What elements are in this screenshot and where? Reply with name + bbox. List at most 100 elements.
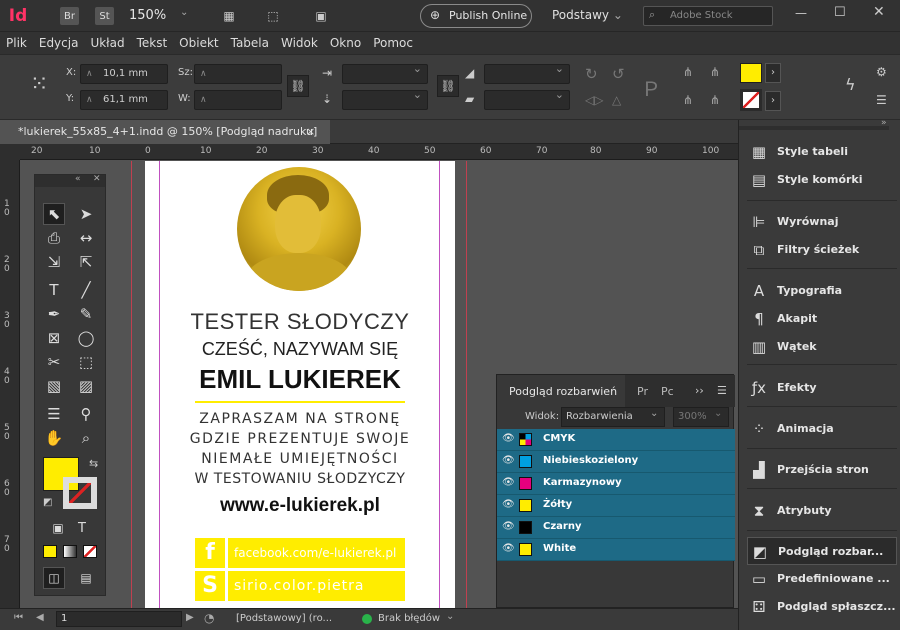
document-tab[interactable]: *lukierek_55x85_4+1.indd @ 150% [Podgląd… (0, 120, 330, 144)
view-mode-dropdown[interactable]: Rozbarwienia ⌄ (561, 407, 665, 427)
ruler-origin[interactable] (0, 144, 20, 160)
facebook-bar[interactable]: facebook.com/e-lukierek.pl (228, 538, 405, 568)
dock-item-attributes[interactable]: ⧗ Atrybuty (747, 497, 897, 525)
normal-view-icon[interactable]: ◫ (43, 567, 65, 589)
apply-none-button[interactable] (83, 545, 97, 558)
separation-row[interactable]: 👁 Karmazynowy (497, 473, 735, 495)
default-colors-icon[interactable]: ◩ (43, 497, 52, 508)
eye-icon[interactable]: 👁 (502, 433, 515, 444)
menu-window[interactable]: Okno (324, 32, 367, 54)
content-collector-icon[interactable]: ⇲ (43, 251, 65, 273)
reference-point-icon[interactable]: ⁙ (30, 71, 58, 99)
shear-dropdown[interactable] (484, 88, 570, 110)
tab-pages[interactable]: Pc (661, 385, 674, 398)
menu-table[interactable]: Tabela (225, 32, 275, 54)
gradient-swatch-tool-icon[interactable]: ▧ (43, 375, 65, 397)
pencil-tool-icon[interactable]: ✎ (75, 303, 97, 325)
dock-item-character[interactable]: A Typografia (747, 277, 897, 305)
dock-item-story[interactable]: ▥ Wątek (747, 333, 897, 361)
next-page-icon[interactable]: ▶ (186, 612, 194, 623)
preflight-status[interactable]: Brak błędów (378, 613, 440, 624)
fill-swatch[interactable] (740, 63, 762, 83)
formatting-text-icon[interactable]: T (71, 517, 93, 539)
select-container-icon[interactable]: ⋔ (683, 65, 693, 79)
bridge-button[interactable]: Br (60, 7, 79, 25)
stroke-swatch[interactable] (740, 89, 762, 111)
zoom-dropdown-icon[interactable]: ⌄ (180, 7, 188, 18)
document-page[interactable]: TESTER SŁODYCZY CZEŚĆ, NAZYWAM SIĘ EMIL … (145, 161, 455, 608)
separation-row[interactable]: 👁 Czarny (497, 517, 735, 539)
select-previous-icon[interactable]: ⋔ (683, 93, 693, 107)
stroke-swatch-menu-button[interactable]: › (765, 91, 781, 111)
skype-bar[interactable]: sirio.color.pietra (228, 571, 405, 601)
swap-colors-icon[interactable]: ⇆ (89, 457, 98, 470)
flip-vertical-icon[interactable]: △ (612, 93, 621, 107)
zoom-level[interactable]: 150% (129, 8, 166, 23)
note-tool-icon[interactable]: ☰ (43, 403, 65, 425)
y-field[interactable]: 61,1 mm (80, 90, 168, 110)
content-placer-icon[interactable]: ⇱ (75, 251, 97, 273)
dock-item-paragraph[interactable]: ¶ Akapit (747, 305, 897, 333)
collapse-icon[interactable]: « (75, 174, 81, 184)
menu-help[interactable]: Pomoc (367, 32, 419, 54)
minimize-button[interactable]: — (795, 6, 807, 20)
height-field[interactable] (194, 90, 282, 110)
eye-icon[interactable]: 👁 (502, 543, 515, 554)
arrange-documents-icon[interactable]: ▣ (310, 8, 332, 24)
width-field[interactable] (194, 64, 282, 84)
master-page-label[interactable]: [Podstawowy] (ro... (236, 613, 332, 624)
panel-menu-icon[interactable]: ☰ (876, 93, 887, 107)
workspace-switcher[interactable]: Podstawy ⌄ (552, 8, 623, 22)
eye-icon[interactable]: 👁 (502, 521, 515, 532)
eye-icon[interactable]: 👁 (502, 455, 515, 466)
fill-swatch-menu-button[interactable]: › (765, 63, 781, 83)
hand-tool-icon[interactable]: ✋ (43, 427, 65, 449)
dock-item-presets[interactable]: ▭ Predefiniowane ... (747, 565, 897, 593)
dock-item-align[interactable]: ⊫ Wyrównaj (747, 208, 897, 236)
skype-badge[interactable]: S (195, 571, 225, 601)
separation-row[interactable]: 👁 White (497, 539, 735, 561)
dock-item-separations-preview[interactable]: ◩ Podgląd rozbar... (747, 537, 897, 565)
select-next-icon[interactable]: ⋔ (710, 93, 720, 107)
opacity-dropdown[interactable]: 300% ⌄ (673, 407, 729, 427)
dock-item-cell-styles[interactable]: ▤ Style komórki (747, 166, 897, 194)
previous-page-icon[interactable]: ◀ (36, 612, 44, 623)
flip-horizontal-icon[interactable]: ◁▷ (585, 93, 603, 107)
rotate-ccw-icon[interactable]: ↺ (612, 65, 625, 83)
scissors-tool-icon[interactable]: ✂ (43, 351, 65, 373)
page-number-field[interactable]: 1 (56, 611, 182, 627)
direct-selection-tool-icon[interactable]: ➤ (75, 203, 97, 225)
quick-apply-icon[interactable]: ϟ (845, 75, 856, 94)
scale-x-dropdown[interactable] (342, 62, 428, 84)
zoom-tool-icon[interactable]: ⌕ (75, 427, 97, 449)
dock-item-table-styles[interactable]: ▦ Style tabeli (747, 138, 897, 166)
constrain-proportions-icon[interactable]: ⛓ (287, 75, 309, 97)
horizontal-ruler[interactable]: 20 10 0 10 20 30 40 50 60 70 80 90 100 (20, 144, 738, 160)
menu-layout[interactable]: Układ (84, 32, 130, 54)
separation-row[interactable]: 👁 Żółty (497, 495, 735, 517)
preflight-menu-icon[interactable]: ⌄ (446, 611, 454, 622)
gradient-feather-tool-icon[interactable]: ▨ (75, 375, 97, 397)
portrait-photo[interactable] (237, 167, 361, 291)
preview-mode-icon[interactable]: ▤ (75, 567, 97, 589)
page-tool-icon[interactable]: ⎙ (43, 227, 65, 249)
free-transform-tool-icon[interactable]: ⬚ (75, 351, 97, 373)
more-tabs-icon[interactable]: ›› (695, 384, 704, 397)
menu-file[interactable]: Plik (0, 32, 33, 54)
scale-y-dropdown[interactable] (342, 88, 428, 110)
screen-mode-icon[interactable]: ⬚ (262, 8, 284, 24)
pen-tool-icon[interactable]: ✒ (43, 303, 65, 325)
facebook-badge[interactable]: f (195, 538, 225, 568)
tab-print[interactable]: Pr (637, 385, 648, 398)
stock-search-input[interactable]: ⌕ Adobe Stock (643, 6, 773, 26)
dock-item-effects[interactable]: ƒx Efekty (747, 374, 897, 402)
separation-row[interactable]: 👁 CMYK (497, 429, 735, 451)
type-tool-icon[interactable]: T (43, 279, 65, 301)
apply-color-button[interactable] (43, 545, 57, 558)
tools-panel-header[interactable]: « ✕ (35, 174, 105, 187)
menu-view[interactable]: Widok (275, 32, 324, 54)
rotation-dropdown[interactable] (484, 62, 570, 84)
gap-tool-icon[interactable]: ↔ (75, 227, 97, 249)
rectangle-frame-tool-icon[interactable]: ⊠ (43, 327, 65, 349)
maximize-button[interactable]: ☐ (834, 5, 846, 20)
